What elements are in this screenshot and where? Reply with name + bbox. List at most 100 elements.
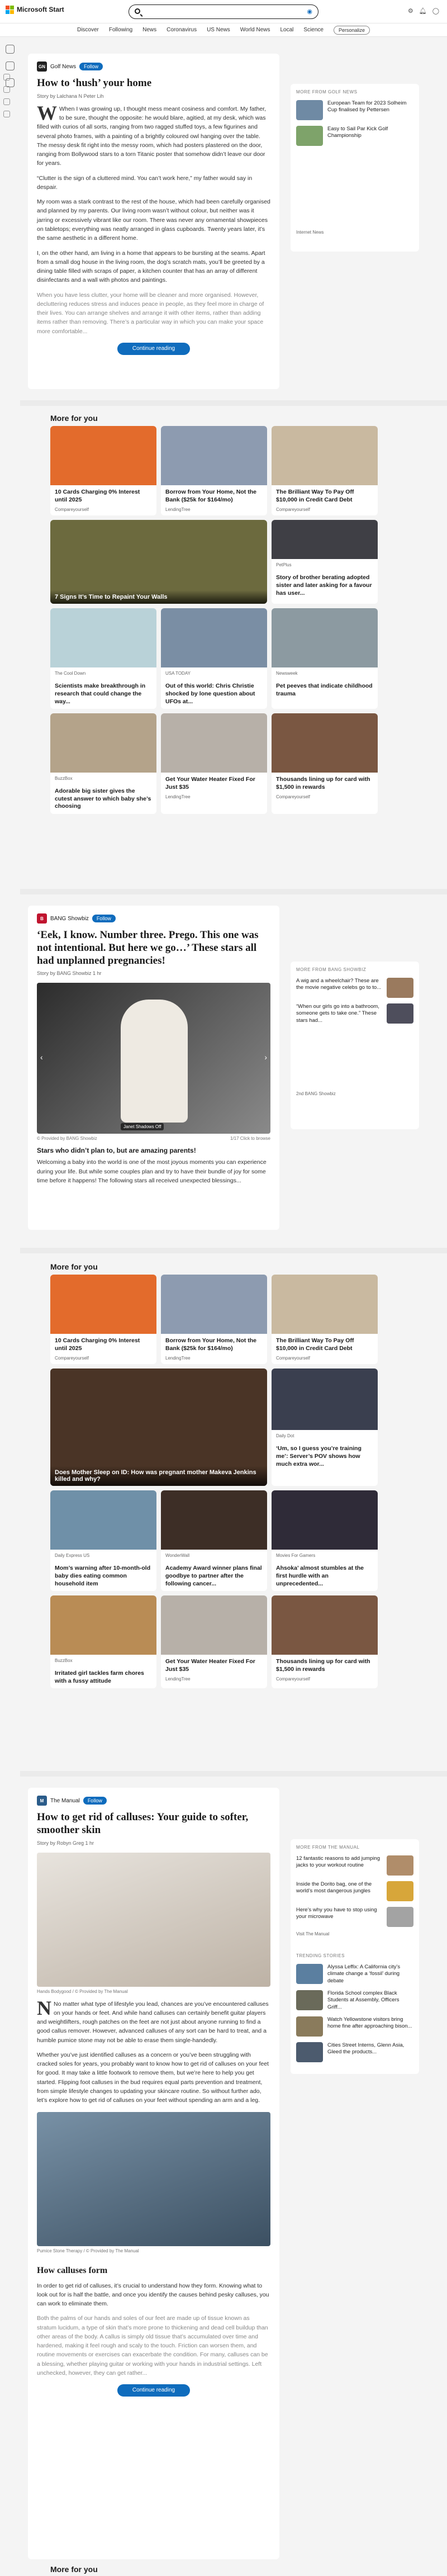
card-title: Story of brother berating adopted sister… [276,574,372,596]
thumbnail [296,126,323,146]
list-item[interactable]: European Team for 2023 Solheim Cup final… [296,100,413,120]
bookmark-icon[interactable] [6,61,15,70]
continue-reading-button[interactable]: Continue reading [117,342,190,355]
card[interactable]: 10 Cards Charging 0% Interest until 2025… [50,426,156,516]
nav-item[interactable]: Science [303,27,324,33]
card[interactable]: Movies For Gamers Ahsoka’ almost stumbles… [272,1490,378,1592]
brand[interactable]: Microsoft Start [6,6,64,14]
save-icon[interactable] [3,111,10,117]
card[interactable]: Borrow from Your Home, Not the Bank ($25… [161,1275,267,1365]
image-caption: Hands Bodygood / © Provided by The Manua… [37,1988,128,1994]
next-arrow-icon[interactable]: › [264,1053,267,1062]
follow-button[interactable]: Follow [79,63,103,70]
share-icon[interactable] [3,98,10,105]
top-right-icons: ⚙ 🔔︎ ◯ [408,7,439,15]
card[interactable]: Borrow from Your Home, Not the Bank ($25… [161,426,267,516]
nav-item[interactable]: Coronavirus [167,27,197,33]
list-item[interactable]: Watch Yellowstone visitors bring home fi… [296,2016,413,2037]
brand-name: Microsoft Start [17,6,64,13]
personalize-button[interactable]: Personalize [333,25,370,35]
card[interactable]: Newsweek Pet peeves that indicate childho… [272,608,378,709]
card-image [50,1275,156,1334]
source-link[interactable]: 2nd BANG Showbiz [296,1091,413,1096]
gallery-count[interactable]: 1/17 Click to browse [230,1136,270,1141]
card[interactable]: BuzzBox Irritated girl tackles farm chore… [50,1595,156,1689]
list-item[interactable]: Easy to Sail Par Kick Golf Championship [296,126,413,146]
visual-search-icon[interactable]: ◉ [307,8,312,15]
source-link[interactable]: Visit The Manual [296,1931,413,1936]
card-source: Compareyourself [55,1356,89,1361]
card-source: WonderWall [165,1553,190,1559]
card-title: The Brilliant Way To Pay Off $10,000 in … [276,1337,354,1352]
avatar[interactable]: ◯ [432,7,439,15]
list-item[interactable]: “When our girls go into a bathroom, some… [296,1003,413,1024]
list-item[interactable]: A wig and a wheelchair? These are the mo… [296,978,413,998]
right-column: More from The Manual 12 fantastic reason… [291,1839,419,2074]
card-source: LendingTree [165,1677,191,1682]
source-link[interactable]: Internet News [296,230,413,235]
card-title: Adorable big sister gives the cutest ans… [55,788,151,810]
card[interactable]: 7 Signs It’s Time to Repaint Your Walls [50,520,267,604]
nav-item[interactable]: World News [240,27,270,33]
item-text: Inside the Dorito bag, one of the world’… [296,1881,372,1895]
publisher-name[interactable]: The Manual [50,1798,80,1804]
card[interactable]: WonderWall Academy Award winner plans fin… [161,1490,267,1592]
byline: Story by Lalchana N Peter Lih [37,93,104,99]
dropcap: W [37,101,57,124]
card-source: The Cool Down [55,671,86,676]
continue-reading-button[interactable]: Continue reading [117,2384,190,2397]
follow-button[interactable]: Follow [83,1797,107,1805]
gallery-subject [121,1000,188,1123]
nav-item[interactable]: Discover [77,27,99,33]
list-item[interactable]: Florida School complex Black Students at… [296,1990,413,2011]
card[interactable]: Daily Express US Mom’s warning after 10-m… [50,1490,156,1592]
card[interactable]: The Cool Down Scientists make breakthroug… [50,608,156,709]
card[interactable]: USA TODAY Out of this world: Chris Christ… [161,608,267,709]
nav-item[interactable]: News [142,27,156,33]
notifications-icon[interactable]: 🔔︎ [419,7,427,15]
article-body: W When I was growing up, I thought mess m… [37,101,270,336]
home-icon[interactable] [6,45,15,54]
nav-item[interactable]: Local [280,27,293,33]
search-input[interactable]: ◉ [129,4,318,19]
follow-button[interactable]: Follow [92,915,116,922]
card-title: Thousands lining up for card with $1,500… [276,776,370,790]
prev-arrow-icon[interactable]: ‹ [40,1053,43,1062]
card[interactable]: The Brilliant Way To Pay Off $10,000 in … [272,426,378,516]
card[interactable]: BuzzBox Adorable big sister gives the cut… [50,713,156,815]
paragraph: “Clutter is the sign of a cluttered mind… [37,174,253,191]
publisher-name[interactable]: Golf News [50,64,76,70]
list-item[interactable]: Alyssa Leffix: A California city’s clima… [296,1964,413,1985]
thumbnail [296,100,323,120]
card[interactable]: PetPlus Story of brother berating adopted… [272,520,378,604]
list-item[interactable]: Inside the Dorito bag, one of the world’… [296,1881,413,1901]
card-image [50,426,156,485]
thumbnail [296,2016,323,2037]
comment-icon[interactable] [3,86,10,93]
card[interactable]: Thousands lining up for card with $1,500… [272,1595,378,1689]
paragraph: When I was growing up, I thought mess me… [37,105,267,167]
nav-item[interactable]: Following [109,27,132,33]
card[interactable]: The Brilliant Way To Pay Off $10,000 in … [272,1275,378,1365]
thumbnail [387,1907,413,1927]
list-item[interactable]: Cities Street Interns, Glenn Asia, Gleed… [296,2042,413,2063]
card[interactable]: Get Your Water Heater Fixed For Just $35… [161,713,267,815]
card[interactable]: 10 Cards Charging 0% Interest until 2025… [50,1275,156,1365]
thumbnail [296,2042,323,2063]
publisher-logo: M [37,1796,47,1806]
card-title: Thousands lining up for card with $1,500… [276,1658,370,1673]
card[interactable]: Get Your Water Heater Fixed For Just $35… [161,1595,267,1689]
nav-item[interactable]: US News [207,27,230,33]
list-item[interactable]: 12 fantastic reasons to add jumping jack… [296,1855,413,1876]
paragraph: No matter what type of lifestyle you lea… [37,2000,269,2044]
card[interactable]: Thousands lining up for card with $1,500… [272,713,378,815]
like-icon[interactable] [3,74,10,80]
item-text: Cities Street Interns, Glenn Asia, Gleed… [327,2042,405,2056]
nav-bar: Discover Following News Coronavirus US N… [0,23,447,37]
publisher-name[interactable]: BANG Showbiz [50,916,89,922]
settings-icon[interactable]: ⚙ [408,7,413,15]
card[interactable]: Daily Dot ‘Um, so I guess you’re training… [272,1368,378,1486]
gallery-image[interactable]: Janet Shadows Off ‹ › [37,983,270,1134]
card[interactable]: Does Mother Sleep on ID: How was pregnan… [50,1368,267,1486]
list-item[interactable]: Here’s why you have to stop using your m… [296,1907,413,1927]
